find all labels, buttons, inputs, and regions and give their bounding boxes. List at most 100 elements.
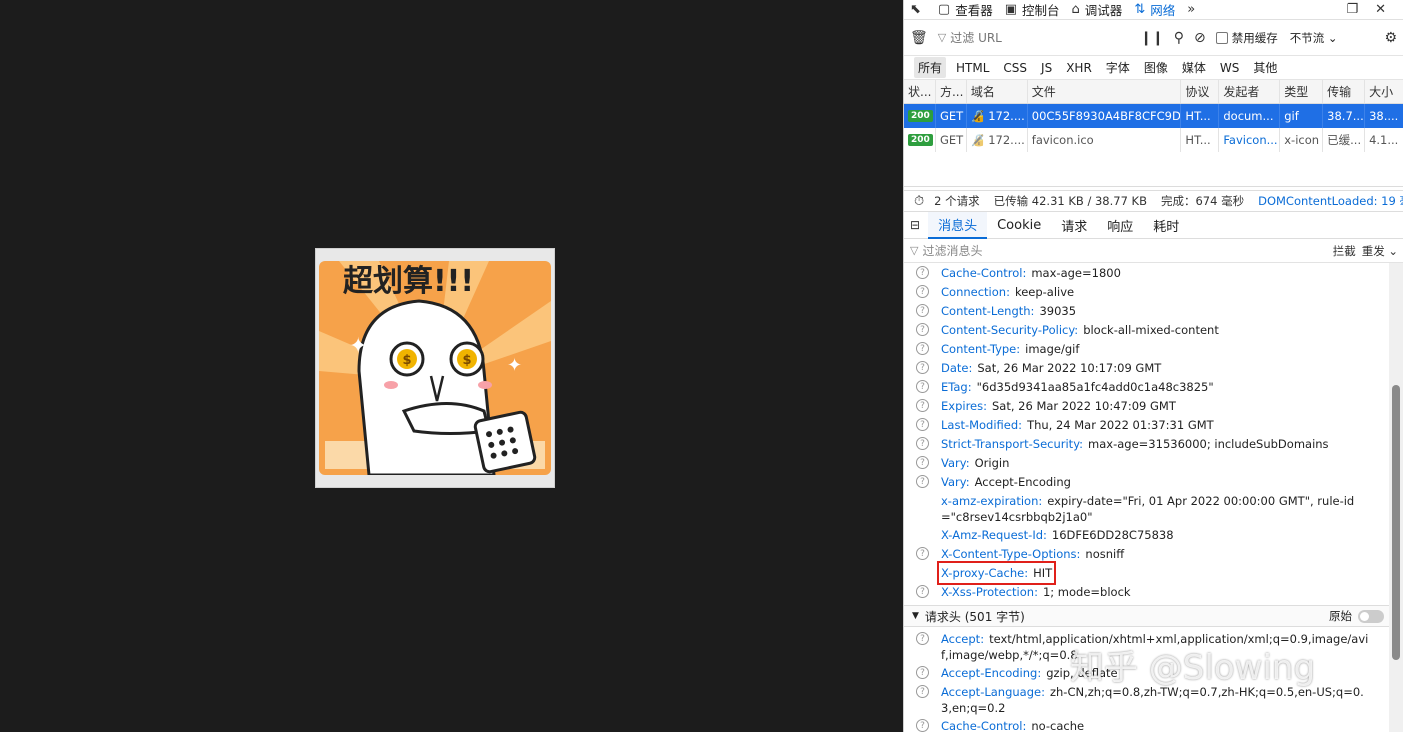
help-icon[interactable]: ? — [916, 685, 929, 698]
col-protocol[interactable]: 协议 — [1181, 80, 1220, 103]
request-headers-section[interactable]: ▼ 请求头 (501 字节) 原始 — [904, 605, 1390, 627]
header-pair: Connection: keep-alive — [941, 285, 1074, 299]
type-image[interactable]: 图像 — [1140, 57, 1172, 78]
dom-content-loaded: DOMContentLoaded: 19 毫 — [1258, 194, 1403, 208]
header-filter-input[interactable]: 过滤消息头 — [922, 242, 982, 259]
disable-cache-checkbox[interactable] — [1215, 31, 1228, 44]
col-domain[interactable]: 域名 — [967, 80, 1028, 103]
type-ws[interactable]: WS — [1216, 59, 1243, 77]
devtools-panel: ⬉ ▢ 查看器 ▣ 控制台 ⌂ 调试器 ⇅ 网络 » ❐ ✕ 🗑 ▽ ❙❙ ⚲ ⊘ 禁用… — [903, 0, 1403, 732]
header-row[interactable]: ? ETag: "6d35d9341aa85a1fc4add0c1a48c3825" — [904, 377, 1390, 396]
help-icon[interactable]: ? — [916, 266, 929, 279]
header-row[interactable]: ? Strict-Transport-Security: max-age=31536… — [904, 434, 1390, 453]
header-content: X-proxy-Cache: HIT — [936, 561, 1371, 585]
type-html[interactable]: HTML — [952, 59, 993, 77]
pause-icon[interactable]: ❙❙ — [1140, 30, 1163, 46]
col-file[interactable]: 文件 — [1028, 80, 1182, 103]
type-xhr[interactable]: XHR — [1062, 59, 1096, 77]
header-row[interactable]: ? Vary: Accept-Encoding — [904, 472, 1390, 491]
header-row[interactable]: X-proxy-Cache: HIT — [904, 561, 1390, 585]
headers-scrollbar[interactable] — [1389, 263, 1403, 732]
help-icon[interactable]: ? — [916, 418, 929, 431]
scroll-thumb[interactable] — [1392, 385, 1400, 660]
tab-debugger[interactable]: ⌂ 调试器 — [1072, 0, 1123, 19]
search-icon[interactable]: ⚲ — [1174, 30, 1184, 46]
type-css[interactable]: CSS — [999, 59, 1031, 77]
close-devtools-button[interactable]: ✕ — [1375, 2, 1391, 17]
header-row[interactable]: X-Amz-Request-Id: 16DFE6DD28C75838 — [904, 525, 1390, 544]
block-button[interactable]: 拦截 — [1333, 243, 1356, 259]
help-icon[interactable]: ? — [916, 323, 929, 336]
col-initiator[interactable]: 发起者 — [1219, 80, 1281, 103]
tab-console[interactable]: ▣ 控制台 — [1005, 0, 1060, 19]
help-icon[interactable]: ? — [916, 399, 929, 412]
throttle-select[interactable]: 不节流 ⌄ — [1290, 30, 1338, 46]
tab-cookie[interactable]: Cookie — [987, 212, 1051, 239]
col-method[interactable]: 方... — [936, 80, 967, 103]
help-icon[interactable]: ? — [916, 632, 929, 645]
element-picker-button[interactable]: ⬉ — [910, 2, 926, 17]
header-row[interactable]: ? Expires: Sat, 26 Mar 2022 10:47:09 GMT — [904, 396, 1390, 415]
help-icon[interactable]: ? — [916, 585, 929, 598]
header-row[interactable]: ? Content-Type: image/gif — [904, 339, 1390, 358]
header-value: 16DFE6DD28C75838 — [1051, 528, 1174, 542]
table-row[interactable]: 200 GET 🔏172.... 00C55F8930A4BF8CFC9D28.… — [904, 104, 1403, 128]
header-row[interactable]: ? X-Content-Type-Options: nosniff — [904, 544, 1390, 563]
tab-timings[interactable]: 耗时 — [1143, 212, 1189, 239]
header-row[interactable]: ? X-Xss-Protection: 1; mode=block — [904, 582, 1390, 601]
help-icon[interactable]: ? — [916, 361, 929, 374]
help-icon[interactable]: ? — [916, 456, 929, 469]
help-icon[interactable]: ? — [916, 666, 929, 679]
type-all[interactable]: 所有 — [914, 57, 947, 78]
col-transfer[interactable]: 传输 — [1323, 80, 1366, 103]
block-icon[interactable]: ⊘ — [1194, 30, 1206, 46]
tab-response[interactable]: 响应 — [1097, 212, 1143, 239]
header-row[interactable]: ? Cache-Control: max-age=1800 — [904, 263, 1390, 282]
gear-icon[interactable]: ⚙ — [1384, 30, 1397, 46]
header-row[interactable]: ? Content-Length: 39035 — [904, 301, 1390, 320]
help-icon[interactable]: ? — [916, 475, 929, 488]
dock-button[interactable]: ❐ — [1346, 2, 1363, 17]
header-row[interactable]: ? Cache-Control: no-cache — [904, 716, 1390, 732]
col-status[interactable]: 状... — [904, 80, 936, 103]
tab-network[interactable]: ⇅ 网络 — [1134, 0, 1175, 19]
toggle-sidebar-icon[interactable]: ⊟ — [910, 218, 920, 232]
type-media[interactable]: 媒体 — [1178, 57, 1210, 78]
header-row[interactable]: ? Vary: Origin — [904, 453, 1390, 472]
help-icon[interactable]: ? — [916, 437, 929, 450]
devtools-toolbar: ⬉ ▢ 查看器 ▣ 控制台 ⌂ 调试器 ⇅ 网络 » ❐ ✕ — [904, 0, 1403, 20]
help-icon[interactable]: ? — [916, 380, 929, 393]
tab-request[interactable]: 请求 — [1051, 212, 1097, 239]
raw-label: 原始 — [1329, 609, 1352, 623]
trash-icon[interactable]: 🗑 — [910, 30, 928, 46]
col-size[interactable]: 大小 — [1365, 80, 1403, 103]
header-content: X-Xss-Protection: 1; mode=block — [941, 584, 1371, 600]
header-row[interactable]: x-amz-expiration: expiry-date="Fri, 01 Ap… — [904, 491, 1390, 525]
help-icon[interactable]: ? — [916, 342, 929, 355]
type-js[interactable]: JS — [1037, 59, 1056, 77]
resend-button[interactable]: 重发 ⌄ — [1362, 243, 1398, 259]
sticker-caption: 超划算!!! — [343, 264, 474, 299]
type-font[interactable]: 字体 — [1102, 57, 1134, 78]
col-type[interactable]: 类型 — [1280, 80, 1324, 103]
header-row[interactable]: ? Connection: keep-alive — [904, 282, 1390, 301]
disable-cache-label: 禁用缓存 — [1231, 30, 1278, 45]
help-icon[interactable]: ? — [916, 547, 929, 560]
header-row[interactable]: ? Content-Security-Policy: block-all-mixed… — [904, 320, 1390, 339]
header-row[interactable]: ? Last-Modified: Thu, 24 Mar 2022 01:37:31… — [904, 415, 1390, 434]
header-pair: Accept-Language: zh-CN,zh;q=0.8,zh-TW;q=0… — [941, 685, 1364, 715]
help-icon[interactable]: ? — [916, 719, 929, 732]
header-row[interactable]: ? Date: Sat, 26 Mar 2022 10:17:09 GMT — [904, 358, 1390, 377]
table-row[interactable]: 200 GET 🔏 172.... favicon.ico HT... Favic… — [904, 128, 1403, 152]
help-icon[interactable]: ? — [916, 304, 929, 317]
help-icon[interactable]: ? — [916, 285, 929, 298]
url-filter-input[interactable] — [950, 30, 1141, 45]
tab-inspector[interactable]: ▢ 查看器 — [938, 0, 993, 19]
header-content: Content-Type: image/gif — [941, 341, 1371, 357]
raw-toggle[interactable] — [1358, 609, 1384, 623]
type-other[interactable]: 其他 — [1249, 57, 1281, 78]
size-cell: 4.1... — [1369, 133, 1399, 147]
tab-headers[interactable]: 消息头 — [928, 211, 988, 239]
domain-text: 172.... — [988, 133, 1025, 147]
more-tools-button[interactable]: » — [1187, 2, 1200, 17]
